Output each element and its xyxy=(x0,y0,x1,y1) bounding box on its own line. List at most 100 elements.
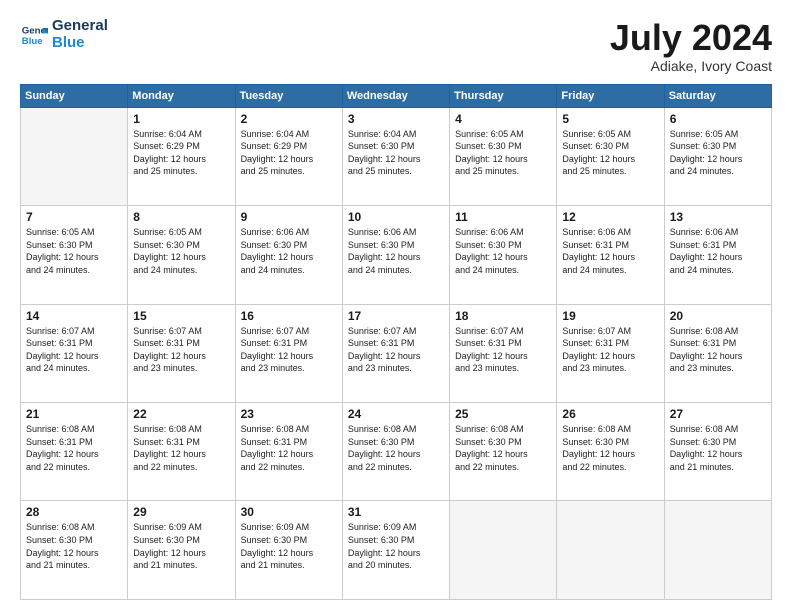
week-row-4: 21 Sunrise: 6:08 AM Sunset: 6:31 PM Dayli… xyxy=(21,403,772,501)
cell-info: Sunrise: 6:09 AM Sunset: 6:30 PM Dayligh… xyxy=(348,521,444,571)
cell-info: Sunrise: 6:04 AM Sunset: 6:29 PM Dayligh… xyxy=(133,128,229,178)
calendar-cell xyxy=(664,501,771,600)
calendar-cell: 1 Sunrise: 6:04 AM Sunset: 6:29 PM Daylig… xyxy=(128,107,235,205)
cell-info: Sunrise: 6:08 AM Sunset: 6:30 PM Dayligh… xyxy=(26,521,122,571)
cell-info: Sunrise: 6:07 AM Sunset: 6:31 PM Dayligh… xyxy=(562,325,658,375)
location: Adiake, Ivory Coast xyxy=(610,58,772,74)
day-number: 1 xyxy=(133,112,229,126)
day-number: 7 xyxy=(26,210,122,224)
day-number: 8 xyxy=(133,210,229,224)
calendar-cell: 22 Sunrise: 6:08 AM Sunset: 6:31 PM Dayli… xyxy=(128,403,235,501)
cell-info: Sunrise: 6:08 AM Sunset: 6:31 PM Dayligh… xyxy=(241,423,337,473)
calendar-cell: 15 Sunrise: 6:07 AM Sunset: 6:31 PM Dayli… xyxy=(128,304,235,402)
cell-info: Sunrise: 6:08 AM Sunset: 6:31 PM Dayligh… xyxy=(670,325,766,375)
cell-info: Sunrise: 6:04 AM Sunset: 6:29 PM Dayligh… xyxy=(241,128,337,178)
day-number: 21 xyxy=(26,407,122,421)
calendar-cell: 13Sunrise: 6:06 AM Sunset: 6:31 PM Dayli… xyxy=(664,206,771,304)
calendar-cell: 27Sunrise: 6:08 AM Sunset: 6:30 PM Dayli… xyxy=(664,403,771,501)
calendar-cell: 30Sunrise: 6:09 AM Sunset: 6:30 PM Dayli… xyxy=(235,501,342,600)
calendar-cell: 11Sunrise: 6:06 AM Sunset: 6:30 PM Dayli… xyxy=(450,206,557,304)
week-row-1: 1 Sunrise: 6:04 AM Sunset: 6:29 PM Daylig… xyxy=(21,107,772,205)
day-number: 29 xyxy=(133,505,229,519)
day-number: 16 xyxy=(241,309,337,323)
calendar-header-friday: Friday xyxy=(557,84,664,107)
day-number: 18 xyxy=(455,309,551,323)
cell-info: Sunrise: 6:06 AM Sunset: 6:30 PM Dayligh… xyxy=(455,226,551,276)
cell-info: Sunrise: 6:05 AM Sunset: 6:30 PM Dayligh… xyxy=(26,226,122,276)
calendar-header-wednesday: Wednesday xyxy=(342,84,449,107)
day-number: 9 xyxy=(241,210,337,224)
calendar-header-sunday: Sunday xyxy=(21,84,128,107)
calendar-cell: 20Sunrise: 6:08 AM Sunset: 6:31 PM Dayli… xyxy=(664,304,771,402)
day-number: 28 xyxy=(26,505,122,519)
calendar-cell: 3Sunrise: 6:04 AM Sunset: 6:30 PM Daylig… xyxy=(342,107,449,205)
calendar-cell: 10Sunrise: 6:06 AM Sunset: 6:30 PM Dayli… xyxy=(342,206,449,304)
calendar-cell: 28 Sunrise: 6:08 AM Sunset: 6:30 PM Dayli… xyxy=(21,501,128,600)
cell-info: Sunrise: 6:08 AM Sunset: 6:31 PM Dayligh… xyxy=(133,423,229,473)
page: General Blue General Blue July 2024 Adia… xyxy=(0,0,792,612)
header: General Blue General Blue July 2024 Adia… xyxy=(20,18,772,74)
calendar-cell xyxy=(450,501,557,600)
cell-info: Sunrise: 6:05 AM Sunset: 6:30 PM Dayligh… xyxy=(670,128,766,178)
day-number: 6 xyxy=(670,112,766,126)
day-number: 14 xyxy=(26,309,122,323)
cell-info: Sunrise: 6:05 AM Sunset: 6:30 PM Dayligh… xyxy=(455,128,551,178)
calendar-cell: 26 Sunrise: 6:08 AM Sunset: 6:30 PM Dayli… xyxy=(557,403,664,501)
month-year: July 2024 xyxy=(610,18,772,58)
calendar-cell xyxy=(557,501,664,600)
day-number: 12 xyxy=(562,210,658,224)
cell-info: Sunrise: 6:06 AM Sunset: 6:30 PM Dayligh… xyxy=(241,226,337,276)
day-number: 4 xyxy=(455,112,551,126)
calendar-table: SundayMondayTuesdayWednesdayThursdayFrid… xyxy=(20,84,772,600)
week-row-3: 14 Sunrise: 6:07 AM Sunset: 6:31 PM Dayli… xyxy=(21,304,772,402)
cell-info: Sunrise: 6:05 AM Sunset: 6:30 PM Dayligh… xyxy=(133,226,229,276)
day-number: 5 xyxy=(562,112,658,126)
calendar-cell: 14 Sunrise: 6:07 AM Sunset: 6:31 PM Dayli… xyxy=(21,304,128,402)
calendar-cell: 23Sunrise: 6:08 AM Sunset: 6:31 PM Dayli… xyxy=(235,403,342,501)
calendar-cell: 24Sunrise: 6:08 AM Sunset: 6:30 PM Dayli… xyxy=(342,403,449,501)
calendar-cell: 2Sunrise: 6:04 AM Sunset: 6:29 PM Daylig… xyxy=(235,107,342,205)
calendar-cell: 12Sunrise: 6:06 AM Sunset: 6:31 PM Dayli… xyxy=(557,206,664,304)
day-number: 31 xyxy=(348,505,444,519)
day-number: 26 xyxy=(562,407,658,421)
calendar-cell: 31 Sunrise: 6:09 AM Sunset: 6:30 PM Dayli… xyxy=(342,501,449,600)
calendar-header-saturday: Saturday xyxy=(664,84,771,107)
day-number: 27 xyxy=(670,407,766,421)
calendar-cell: 8 Sunrise: 6:05 AM Sunset: 6:30 PM Daylig… xyxy=(128,206,235,304)
day-number: 25 xyxy=(455,407,551,421)
day-number: 17 xyxy=(348,309,444,323)
calendar-cell: 21 Sunrise: 6:08 AM Sunset: 6:31 PM Dayli… xyxy=(21,403,128,501)
logo-icon: General Blue xyxy=(20,21,48,49)
cell-info: Sunrise: 6:05 AM Sunset: 6:30 PM Dayligh… xyxy=(562,128,658,178)
day-number: 15 xyxy=(133,309,229,323)
calendar-cell: 18 Sunrise: 6:07 AM Sunset: 6:31 PM Dayli… xyxy=(450,304,557,402)
calendar-cell: 16Sunrise: 6:07 AM Sunset: 6:31 PM Dayli… xyxy=(235,304,342,402)
calendar-cell: 29 Sunrise: 6:09 AM Sunset: 6:30 PM Dayli… xyxy=(128,501,235,600)
cell-info: Sunrise: 6:08 AM Sunset: 6:30 PM Dayligh… xyxy=(455,423,551,473)
calendar-cell: 6 Sunrise: 6:05 AM Sunset: 6:30 PM Daylig… xyxy=(664,107,771,205)
calendar-cell: 17 Sunrise: 6:07 AM Sunset: 6:31 PM Dayli… xyxy=(342,304,449,402)
cell-info: Sunrise: 6:09 AM Sunset: 6:30 PM Dayligh… xyxy=(133,521,229,571)
calendar-cell: 5 Sunrise: 6:05 AM Sunset: 6:30 PM Daylig… xyxy=(557,107,664,205)
cell-info: Sunrise: 6:06 AM Sunset: 6:30 PM Dayligh… xyxy=(348,226,444,276)
cell-info: Sunrise: 6:06 AM Sunset: 6:31 PM Dayligh… xyxy=(670,226,766,276)
calendar-cell: 19 Sunrise: 6:07 AM Sunset: 6:31 PM Dayli… xyxy=(557,304,664,402)
calendar-cell: 7 Sunrise: 6:05 AM Sunset: 6:30 PM Daylig… xyxy=(21,206,128,304)
cell-info: Sunrise: 6:08 AM Sunset: 6:30 PM Dayligh… xyxy=(562,423,658,473)
cell-info: Sunrise: 6:04 AM Sunset: 6:30 PM Dayligh… xyxy=(348,128,444,178)
calendar-cell: 9 Sunrise: 6:06 AM Sunset: 6:30 PM Daylig… xyxy=(235,206,342,304)
cell-info: Sunrise: 6:07 AM Sunset: 6:31 PM Dayligh… xyxy=(26,325,122,375)
cell-info: Sunrise: 6:07 AM Sunset: 6:31 PM Dayligh… xyxy=(455,325,551,375)
cell-info: Sunrise: 6:07 AM Sunset: 6:31 PM Dayligh… xyxy=(133,325,229,375)
day-number: 19 xyxy=(562,309,658,323)
svg-text:Blue: Blue xyxy=(22,35,43,46)
day-number: 30 xyxy=(241,505,337,519)
calendar-cell: 25 Sunrise: 6:08 AM Sunset: 6:30 PM Dayli… xyxy=(450,403,557,501)
calendar-header-monday: Monday xyxy=(128,84,235,107)
calendar-header-row: SundayMondayTuesdayWednesdayThursdayFrid… xyxy=(21,84,772,107)
cell-info: Sunrise: 6:07 AM Sunset: 6:31 PM Dayligh… xyxy=(348,325,444,375)
day-number: 22 xyxy=(133,407,229,421)
cell-info: Sunrise: 6:08 AM Sunset: 6:31 PM Dayligh… xyxy=(26,423,122,473)
logo: General Blue General Blue xyxy=(20,18,108,51)
logo-text: General Blue xyxy=(52,18,108,51)
